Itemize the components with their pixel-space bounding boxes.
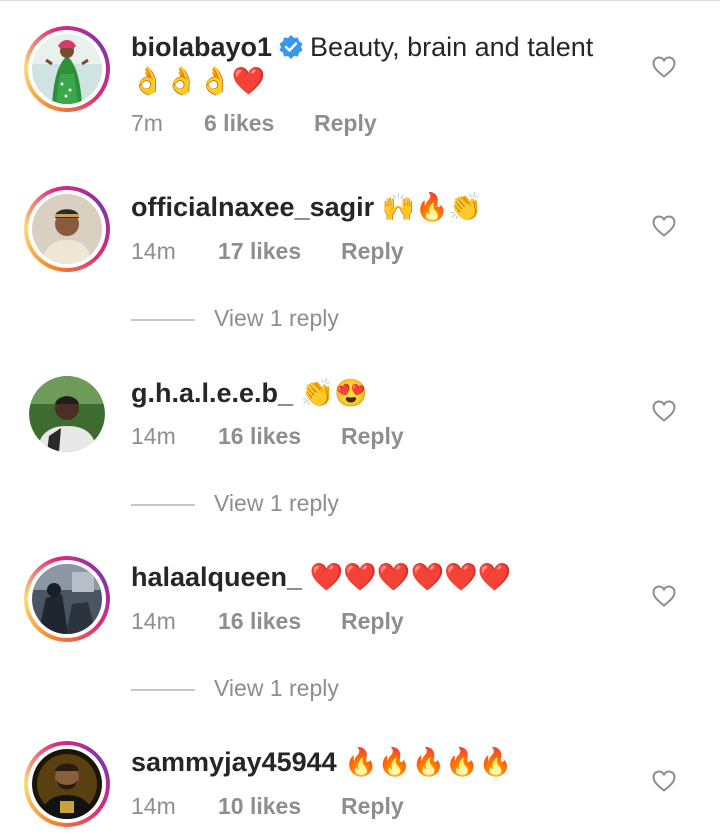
comment-line: g.h.a.l.e.e.b_ 👏😍	[131, 376, 368, 410]
likes-count[interactable]: 16 likes	[218, 608, 301, 635]
avatar[interactable]	[24, 556, 110, 642]
comment-time: 14m	[131, 793, 176, 819]
comment-text: 🙌🔥👏	[381, 192, 483, 222]
reply-button[interactable]: Reply	[341, 238, 404, 265]
reply-button[interactable]: Reply	[314, 110, 377, 137]
comment-time: 14m	[131, 423, 176, 449]
avatar-man-outdoor-icon	[29, 376, 105, 452]
view-replies-label: View 1 reply	[214, 675, 339, 701]
comment-line: officialnaxee_sagir 🙌🔥👏	[131, 190, 483, 224]
comment-line: biolabayo1 Beauty, brain and talent	[131, 30, 593, 64]
avatar-dark-scene-icon	[32, 564, 102, 634]
reply-button[interactable]: Reply	[341, 608, 404, 635]
comment-time: 14m	[131, 238, 176, 264]
view-replies-label: View 1 reply	[214, 490, 339, 516]
comment-username[interactable]: g.h.a.l.e.e.b_	[131, 378, 293, 408]
verified-badge-icon	[278, 34, 304, 60]
like-heart-icon[interactable]	[652, 215, 676, 237]
reply-button[interactable]: Reply	[341, 793, 404, 820]
reply-button[interactable]: Reply	[341, 423, 404, 450]
comment-time: 7m	[131, 110, 163, 136]
replies-divider	[131, 319, 195, 321]
view-replies-label: View 1 reply	[214, 305, 339, 331]
comment-username[interactable]: sammyjay45944	[131, 747, 337, 777]
likes-count[interactable]: 16 likes	[218, 423, 301, 450]
likes-count[interactable]: 17 likes	[218, 238, 301, 265]
comment-line: halaalqueen_ ❤️❤️❤️❤️❤️❤️	[131, 560, 511, 594]
like-heart-icon[interactable]	[652, 56, 676, 78]
avatar-man-cap-icon	[32, 194, 102, 264]
comment-emoji: 👌👌👌❤️	[131, 66, 266, 96]
avatar-bearded-man-gold-icon	[32, 749, 102, 819]
comment-text: 🔥🔥🔥🔥🔥	[344, 747, 513, 777]
replies-divider	[131, 689, 195, 691]
comment-username[interactable]: biolabayo1	[131, 32, 272, 62]
comment-time: 14m	[131, 608, 176, 634]
likes-count[interactable]: 10 likes	[218, 793, 301, 820]
likes-count[interactable]: 6 likes	[204, 110, 274, 137]
like-heart-icon[interactable]	[652, 585, 676, 607]
comment-text: Beauty, brain and talent	[310, 32, 594, 62]
replies-divider	[131, 504, 195, 506]
like-heart-icon[interactable]	[652, 400, 676, 422]
avatar[interactable]	[24, 186, 110, 272]
like-heart-icon[interactable]	[652, 770, 676, 792]
avatar[interactable]	[29, 376, 105, 452]
comment-username[interactable]: officialnaxee_sagir	[131, 192, 374, 222]
top-divider	[0, 0, 720, 1]
avatar[interactable]	[24, 741, 110, 827]
comment-username[interactable]: halaalqueen_	[131, 562, 302, 592]
comment-line: sammyjay45944 🔥🔥🔥🔥🔥	[131, 745, 512, 779]
avatar-woman-green-dress-icon	[32, 34, 102, 104]
comment-text: 👏😍	[300, 378, 368, 408]
comment-text: ❤️❤️❤️❤️❤️❤️	[309, 562, 512, 592]
avatar[interactable]	[24, 26, 110, 112]
